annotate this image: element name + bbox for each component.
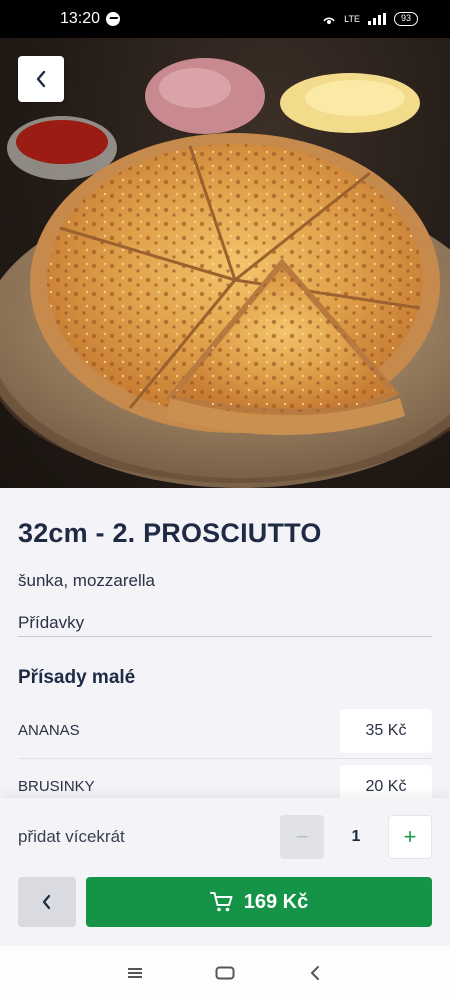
quantity-value: 1 (351, 828, 361, 845)
pizza-image (0, 58, 450, 488)
nav-back-button[interactable] (295, 958, 335, 988)
quantity-row: přidat vícekrát − 1 + (18, 798, 432, 876)
add-to-cart-button[interactable]: 169 Kč (86, 877, 432, 927)
extra-item[interactable]: ANANAS 35 Kč (18, 703, 432, 759)
addons-field[interactable]: Přídavky (18, 613, 432, 637)
status-left: 13:20 (60, 10, 121, 28)
signal-icon (367, 13, 386, 25)
order-panel: přidat vícekrát − 1 + 169 Kč (0, 798, 450, 946)
quantity-label: přidat vícekrát (18, 827, 125, 846)
extra-item-price-button[interactable]: 35 Kč (340, 708, 432, 753)
product-details: 32cm - 2. PROSCIUTTO šunka, mozzarella P… (0, 488, 450, 815)
network-type: LTE (344, 14, 360, 24)
extra-item-name: BRUSINKY (18, 778, 95, 795)
extras-section-title: Přísady malé (18, 667, 136, 688)
status-bar: 13:20 LTE 93 (0, 0, 450, 38)
status-time: 13:20 (60, 10, 101, 27)
system-nav-bar (0, 946, 450, 1000)
battery-icon: 93 (393, 12, 418, 26)
hotspot-icon (323, 17, 335, 24)
increase-quantity-button[interactable]: + (388, 815, 432, 859)
home-icon (215, 966, 235, 980)
menu-icon (128, 968, 142, 978)
chevron-left-icon (36, 70, 46, 88)
decrease-quantity-button[interactable]: − (280, 815, 324, 859)
cancel-back-button[interactable] (18, 877, 76, 927)
messenger-icon (106, 12, 121, 26)
product-image (0, 38, 450, 488)
quantity-stepper: − 1 + (280, 815, 432, 859)
cart-icon (209, 892, 233, 912)
back-button[interactable] (18, 56, 64, 102)
extra-item-name: ANANAS (18, 722, 80, 739)
chevron-left-icon (311, 966, 319, 980)
chevron-left-icon (42, 894, 51, 910)
action-row: 169 Kč (18, 877, 432, 927)
status-right: LTE 93 (322, 12, 418, 26)
nav-recents-button[interactable] (115, 958, 155, 988)
cart-total: 169 Kč (243, 890, 309, 913)
nav-home-button[interactable] (205, 958, 245, 988)
product-ingredients: šunka, mozzarella (18, 571, 156, 590)
product-title: 32cm - 2. PROSCIUTTO (18, 518, 322, 548)
